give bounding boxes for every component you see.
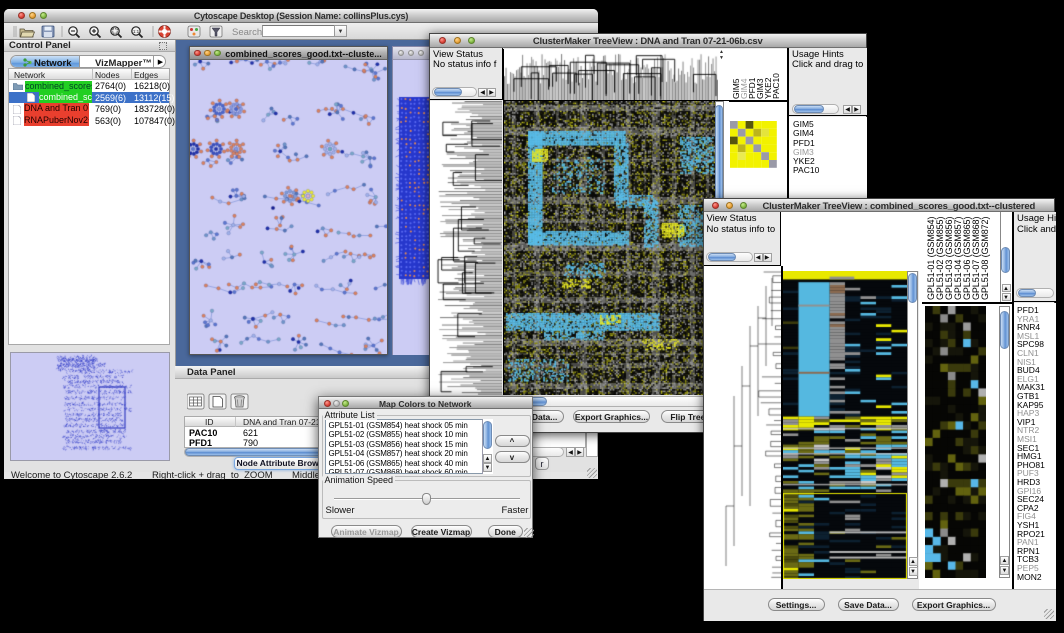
svg-text:Search:: Search: bbox=[232, 27, 265, 38]
svg-text:1:1: 1:1 bbox=[133, 28, 140, 33]
